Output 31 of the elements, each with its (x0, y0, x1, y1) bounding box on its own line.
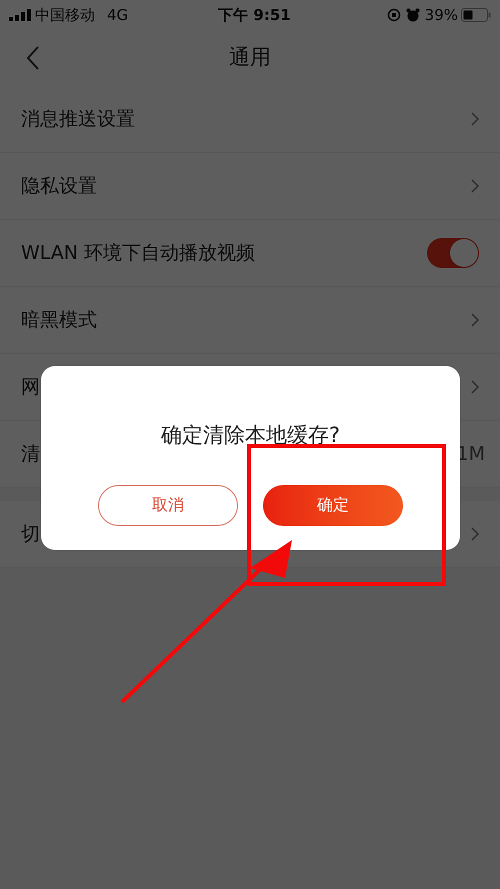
settings-row[interactable]: 暗黑模式 (0, 287, 500, 354)
row-label: WLAN 环境下自动播放视频 (21, 240, 256, 266)
row-label: 切 (21, 522, 40, 547)
settings-row[interactable]: 隐私设置 (0, 153, 500, 220)
chevron-right-icon (471, 313, 479, 327)
chevron-right-icon (471, 527, 479, 541)
chevron-right-icon (471, 380, 479, 394)
settings-row[interactable]: WLAN 环境下自动播放视频 (0, 220, 500, 287)
toggle-switch[interactable] (427, 238, 479, 268)
cache-size: 1M (456, 442, 485, 467)
battery-percent: 39% (424, 4, 458, 26)
dialog-message: 确定清除本地缓存? (160, 422, 340, 449)
row-label: 消息推送设置 (21, 106, 135, 132)
row-label: 清 (21, 442, 40, 467)
rotation-lock-icon (386, 8, 401, 22)
alarm-icon (406, 8, 420, 22)
confirm-button[interactable]: 确定 (263, 484, 403, 526)
cancel-button[interactable]: 取消 (98, 484, 238, 526)
row-label: 网 (21, 374, 40, 400)
chevron-right-icon (471, 179, 479, 193)
row-label: 隐私设置 (21, 174, 97, 199)
signal-icon (9, 9, 31, 21)
row-label: 暗黑模式 (21, 308, 97, 333)
back-icon[interactable] (26, 46, 40, 70)
chevron-right-icon (471, 112, 479, 126)
settings-row[interactable]: 消息推送设置 (0, 86, 500, 153)
battery-icon (461, 8, 491, 22)
clock-time: 下午 9:51 (218, 4, 291, 26)
page-title: 通用 (229, 44, 271, 72)
carrier-name: 中国移动 (35, 4, 95, 26)
network-type: 4G (107, 4, 128, 26)
